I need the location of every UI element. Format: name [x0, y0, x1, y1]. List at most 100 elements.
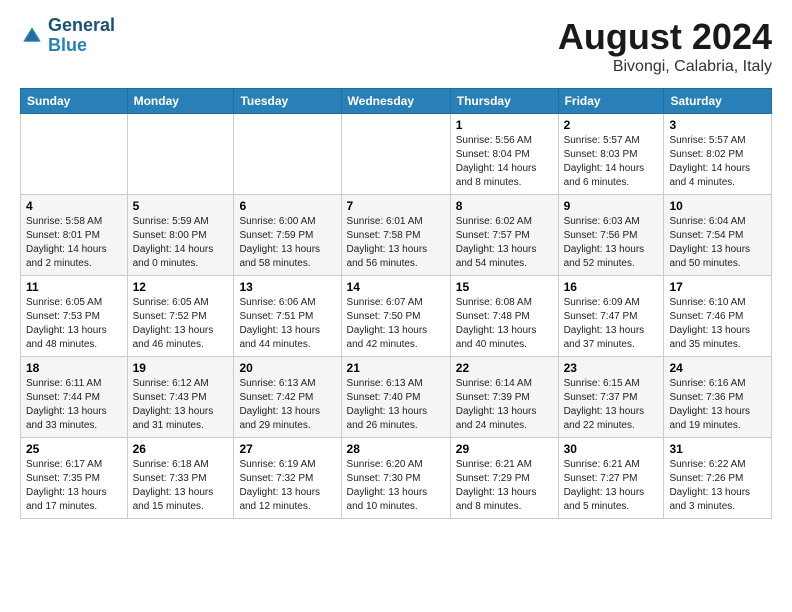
day-number: 15 [456, 280, 553, 294]
day-number: 24 [669, 361, 766, 375]
day-info: Sunrise: 5:57 AM Sunset: 8:03 PM Dayligh… [564, 134, 659, 190]
day-info: Sunrise: 6:05 AM Sunset: 7:53 PM Dayligh… [26, 296, 122, 352]
day-number: 3 [669, 118, 766, 132]
calendar-cell: 22 Sunrise: 6:14 AM Sunset: 7:39 PM Dayli… [450, 357, 558, 438]
day-info: Sunrise: 6:17 AM Sunset: 7:35 PM Dayligh… [26, 458, 122, 514]
header: General Blue August 2024 Bivongi, Calabr… [20, 16, 772, 76]
calendar-cell: 26Sunrise: 6:18 AM Sunset: 7:33 PM Dayli… [127, 438, 234, 519]
calendar-cell: 2 Sunrise: 5:57 AM Sunset: 8:03 PM Daylig… [558, 114, 664, 195]
subtitle: Bivongi, Calabria, Italy [558, 58, 772, 76]
calendar-cell: 19 Sunrise: 6:12 AM Sunset: 7:43 PM Dayli… [127, 357, 234, 438]
calendar-cell [341, 114, 450, 195]
day-info: Sunrise: 6:05 AM Sunset: 7:52 PM Dayligh… [133, 296, 229, 352]
day-number: 26 [133, 442, 229, 456]
calendar-cell [127, 114, 234, 195]
day-info: Sunrise: 5:57 AM Sunset: 8:02 PM Dayligh… [669, 134, 766, 190]
day-info: Sunrise: 6:13 AM Sunset: 7:42 PM Dayligh… [239, 377, 335, 433]
day-number: 9 [564, 199, 659, 213]
calendar-week-3: 11 Sunrise: 6:05 AM Sunset: 7:53 PM Dayli… [21, 276, 772, 357]
day-info: Sunrise: 6:15 AM Sunset: 7:37 PM Dayligh… [564, 377, 659, 433]
calendar-cell: 16 Sunrise: 6:09 AM Sunset: 7:47 PM Dayli… [558, 276, 664, 357]
day-info: Sunrise: 6:04 AM Sunset: 7:54 PM Dayligh… [669, 215, 766, 271]
calendar-cell: 7 Sunrise: 6:01 AM Sunset: 7:58 PM Daylig… [341, 195, 450, 276]
day-info: Sunrise: 6:01 AM Sunset: 7:58 PM Dayligh… [347, 215, 445, 271]
day-number: 18 [26, 361, 122, 375]
day-number: 11 [26, 280, 122, 294]
calendar-header-row: SundayMondayTuesdayWednesdayThursdayFrid… [21, 89, 772, 114]
calendar-cell [21, 114, 128, 195]
calendar-cell: 27Sunrise: 6:19 AM Sunset: 7:32 PM Dayli… [234, 438, 341, 519]
weekday-header-friday: Friday [558, 89, 664, 114]
calendar-cell: 10 Sunrise: 6:04 AM Sunset: 7:54 PM Dayli… [664, 195, 772, 276]
calendar-cell: 4Sunrise: 5:58 AM Sunset: 8:01 PM Daylig… [21, 195, 128, 276]
calendar-cell: 13Sunrise: 6:06 AM Sunset: 7:51 PM Dayli… [234, 276, 341, 357]
day-number: 5 [133, 199, 229, 213]
logo-line1: General [48, 16, 115, 36]
day-info: Sunrise: 6:19 AM Sunset: 7:32 PM Dayligh… [239, 458, 335, 514]
calendar-cell: 1Sunrise: 5:56 AM Sunset: 8:04 PM Daylig… [450, 114, 558, 195]
day-info: Sunrise: 5:56 AM Sunset: 8:04 PM Dayligh… [456, 134, 553, 190]
logo-line2: Blue [48, 35, 87, 55]
calendar-week-4: 18 Sunrise: 6:11 AM Sunset: 7:44 PM Dayli… [21, 357, 772, 438]
calendar-week-1: 1Sunrise: 5:56 AM Sunset: 8:04 PM Daylig… [21, 114, 772, 195]
day-number: 17 [669, 280, 766, 294]
calendar-cell: 29Sunrise: 6:21 AM Sunset: 7:29 PM Dayli… [450, 438, 558, 519]
calendar-week-5: 25Sunrise: 6:17 AM Sunset: 7:35 PM Dayli… [21, 438, 772, 519]
day-info: Sunrise: 6:09 AM Sunset: 7:47 PM Dayligh… [564, 296, 659, 352]
calendar-cell: 17 Sunrise: 6:10 AM Sunset: 7:46 PM Dayli… [664, 276, 772, 357]
calendar-cell: 31Sunrise: 6:22 AM Sunset: 7:26 PM Dayli… [664, 438, 772, 519]
day-number: 31 [669, 442, 766, 456]
day-info: Sunrise: 6:06 AM Sunset: 7:51 PM Dayligh… [239, 296, 335, 352]
day-info: Sunrise: 6:08 AM Sunset: 7:48 PM Dayligh… [456, 296, 553, 352]
main-title: August 2024 [558, 16, 772, 58]
day-number: 14 [347, 280, 445, 294]
day-number: 2 [564, 118, 659, 132]
day-number: 28 [347, 442, 445, 456]
calendar-week-2: 4Sunrise: 5:58 AM Sunset: 8:01 PM Daylig… [21, 195, 772, 276]
day-info: Sunrise: 6:11 AM Sunset: 7:44 PM Dayligh… [26, 377, 122, 433]
day-info: Sunrise: 6:16 AM Sunset: 7:36 PM Dayligh… [669, 377, 766, 433]
day-info: Sunrise: 6:07 AM Sunset: 7:50 PM Dayligh… [347, 296, 445, 352]
title-block: August 2024 Bivongi, Calabria, Italy [558, 16, 772, 76]
logo-text: General Blue [48, 16, 115, 56]
day-number: 30 [564, 442, 659, 456]
calendar-cell: 28 Sunrise: 6:20 AM Sunset: 7:30 PM Dayli… [341, 438, 450, 519]
day-info: Sunrise: 6:10 AM Sunset: 7:46 PM Dayligh… [669, 296, 766, 352]
day-number: 6 [239, 199, 335, 213]
calendar-cell: 18 Sunrise: 6:11 AM Sunset: 7:44 PM Dayli… [21, 357, 128, 438]
calendar-cell [234, 114, 341, 195]
calendar-cell: 11 Sunrise: 6:05 AM Sunset: 7:53 PM Dayli… [21, 276, 128, 357]
day-info: Sunrise: 6:14 AM Sunset: 7:39 PM Dayligh… [456, 377, 553, 433]
day-info: Sunrise: 6:20 AM Sunset: 7:30 PM Dayligh… [347, 458, 445, 514]
weekday-header-wednesday: Wednesday [341, 89, 450, 114]
day-info: Sunrise: 6:02 AM Sunset: 7:57 PM Dayligh… [456, 215, 553, 271]
calendar-cell: 15 Sunrise: 6:08 AM Sunset: 7:48 PM Dayli… [450, 276, 558, 357]
calendar-cell: 20Sunrise: 6:13 AM Sunset: 7:42 PM Dayli… [234, 357, 341, 438]
day-info: Sunrise: 6:03 AM Sunset: 7:56 PM Dayligh… [564, 215, 659, 271]
weekday-header-monday: Monday [127, 89, 234, 114]
calendar-cell: 23Sunrise: 6:15 AM Sunset: 7:37 PM Dayli… [558, 357, 664, 438]
calendar-cell: 30 Sunrise: 6:21 AM Sunset: 7:27 PM Dayli… [558, 438, 664, 519]
calendar-cell: 3 Sunrise: 5:57 AM Sunset: 8:02 PM Daylig… [664, 114, 772, 195]
day-info: Sunrise: 6:00 AM Sunset: 7:59 PM Dayligh… [239, 215, 335, 271]
calendar: SundayMondayTuesdayWednesdayThursdayFrid… [20, 88, 772, 519]
calendar-cell: 6 Sunrise: 6:00 AM Sunset: 7:59 PM Daylig… [234, 195, 341, 276]
day-number: 8 [456, 199, 553, 213]
calendar-cell: 25Sunrise: 6:17 AM Sunset: 7:35 PM Dayli… [21, 438, 128, 519]
day-number: 16 [564, 280, 659, 294]
day-number: 10 [669, 199, 766, 213]
weekday-header-tuesday: Tuesday [234, 89, 341, 114]
calendar-cell: 14 Sunrise: 6:07 AM Sunset: 7:50 PM Dayli… [341, 276, 450, 357]
day-info: Sunrise: 6:12 AM Sunset: 7:43 PM Dayligh… [133, 377, 229, 433]
calendar-cell: 21Sunrise: 6:13 AM Sunset: 7:40 PM Dayli… [341, 357, 450, 438]
day-number: 12 [133, 280, 229, 294]
day-number: 4 [26, 199, 122, 213]
day-number: 22 [456, 361, 553, 375]
logo: General Blue [20, 16, 115, 56]
day-number: 19 [133, 361, 229, 375]
page: General Blue August 2024 Bivongi, Calabr… [0, 0, 792, 535]
day-info: Sunrise: 6:21 AM Sunset: 7:27 PM Dayligh… [564, 458, 659, 514]
day-number: 7 [347, 199, 445, 213]
calendar-cell: 5Sunrise: 5:59 AM Sunset: 8:00 PM Daylig… [127, 195, 234, 276]
calendar-cell: 9 Sunrise: 6:03 AM Sunset: 7:56 PM Daylig… [558, 195, 664, 276]
